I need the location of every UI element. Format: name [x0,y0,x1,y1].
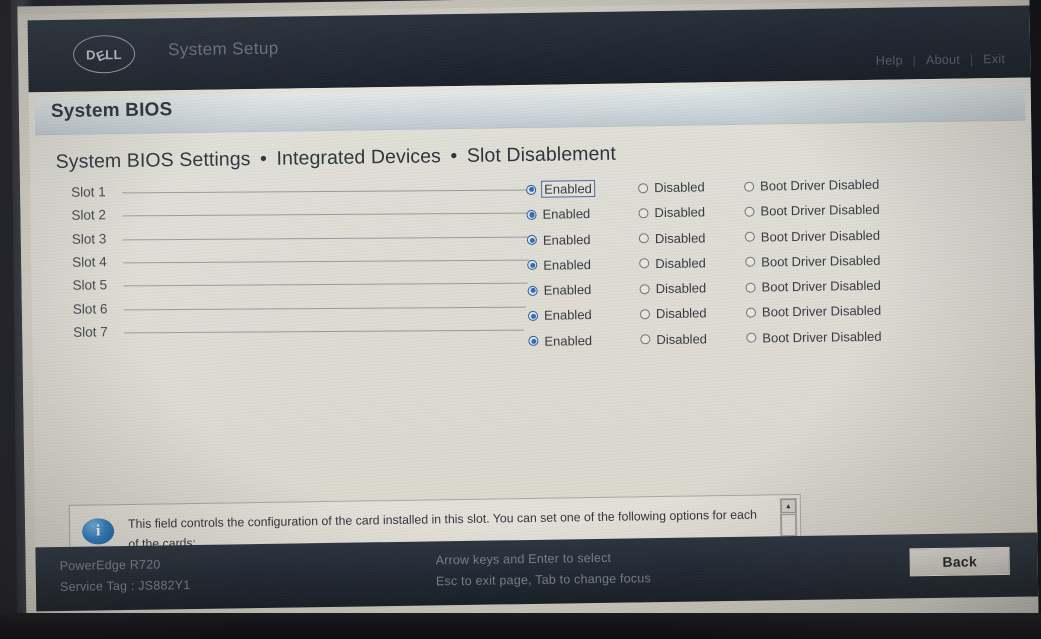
slot-label: Slot 4 [72,254,107,270]
radio-option-label: Enabled [544,332,593,349]
radio-option-label: Enabled [542,206,591,223]
slot-options: Enabled Disabled Boot Driver Disabled [528,327,1008,354]
section-band [34,82,1026,136]
slot-label: Slot 7 [73,324,108,340]
radio-button-icon[interactable] [744,206,755,217]
radio-button-icon[interactable] [526,234,537,246]
slot-list: Slot 1 Enabled Disabled Boot Driver Disable… [56,171,1008,349]
breadcrumb-sep-0: • [259,147,268,170]
monitor-screen: DELL System Setup Help | About | Exit Sy… [17,0,1039,633]
radio-button-icon[interactable] [526,209,537,220]
slot-leader-line [123,282,528,287]
footer-model: PowerEdge R720 [59,557,161,573]
radio-button-icon[interactable] [640,334,651,345]
radio-option-boot-driver-disabled[interactable]: Boot Driver Disabled [744,202,880,219]
menu-item-help[interactable]: Help [873,53,906,67]
footer-system-info: PowerEdge R720 Service Tag : JS882Y1 [60,554,191,598]
breadcrumb-item-2: Slot Disablement [466,142,617,167]
slot-label: Slot 5 [72,277,108,294]
radio-option-disabled[interactable]: Disabled [638,205,705,221]
menu-separator-2: | [969,52,974,67]
footer-service-tag: Service Tag : JS882Y1 [59,578,191,594]
content-panel: System BIOS System BIOS Settings • Integ… [28,77,1038,567]
slot-leader-line [123,306,526,311]
scroll-up-icon[interactable]: ▲ [780,499,796,514]
dell-logo-icon: DELL [72,34,136,74]
radio-option-enabled[interactable]: Enabled [526,179,595,198]
radio-button-icon[interactable] [746,332,757,343]
radio-option-disabled[interactable]: Disabled [640,331,707,347]
back-button[interactable]: Back [909,546,1010,577]
slot-leader-line [122,189,535,194]
radio-button-icon[interactable] [526,184,537,195]
slot-leader-line [124,329,525,334]
slot-label: Slot 1 [71,184,106,200]
radio-option-boot-driver-disabled[interactable]: Boot Driver Disabled [744,177,879,194]
monitor-bezel-bottom [0,613,1041,639]
info-icon: i [81,518,115,545]
radio-button-icon[interactable] [638,182,649,193]
slot-leader-line [122,236,531,241]
monitor-photo: DELL System Setup Help | About | Exit Sy… [0,0,1041,639]
radio-option-label: Disabled [654,179,705,196]
radio-option-enabled[interactable]: Enabled [526,206,590,222]
radio-option-boot-driver-disabled[interactable]: Boot Driver Disabled [746,328,882,346]
menu-separator-1: | [912,53,917,68]
breadcrumb: System BIOS Settings • Integrated Device… [56,143,617,174]
footer-hint-2: Esc to exit page, Tab to change focus [435,571,651,589]
slot-leader-line [123,259,530,264]
breadcrumb-sep-1: • [450,145,458,168]
radio-option-disabled[interactable]: Disabled [638,179,705,195]
page-title: System BIOS [50,99,173,123]
menu-item-exit[interactable]: Exit [980,52,1008,66]
slot-label: Slot 2 [71,207,107,224]
footer-key-hints: Arrow keys and Enter to select Esc to ex… [435,547,651,592]
radio-button-icon[interactable] [744,181,755,192]
slot-leader-line [122,212,533,217]
top-menu: Help | About | Exit [873,52,1009,68]
menu-item-about[interactable]: About [923,53,963,68]
radio-option-label: Boot Driver Disabled [762,328,882,346]
radio-button-icon[interactable] [528,336,539,347]
slot-label: Slot 6 [72,300,108,317]
radio-option-label: Disabled [656,331,708,347]
radio-option-label: Boot Driver Disabled [760,202,880,219]
radio-button-icon[interactable] [638,207,649,219]
slot-label: Slot 3 [71,230,107,247]
breadcrumb-item-1[interactable]: Integrated Devices [276,145,441,169]
radio-option-label: Boot Driver Disabled [760,176,880,194]
scroll-thumb[interactable] [780,514,797,537]
radio-option-label: Disabled [654,204,706,221]
radio-option-enabled[interactable]: Enabled [528,333,592,349]
radio-button-icon[interactable] [638,233,649,244]
radio-button-icon[interactable] [744,231,755,242]
dell-logo-text: DELL [85,46,123,64]
radio-option-label: Enabled [541,179,595,198]
app-title: System Setup [167,38,279,60]
breadcrumb-item-0[interactable]: System BIOS Settings [56,148,251,173]
